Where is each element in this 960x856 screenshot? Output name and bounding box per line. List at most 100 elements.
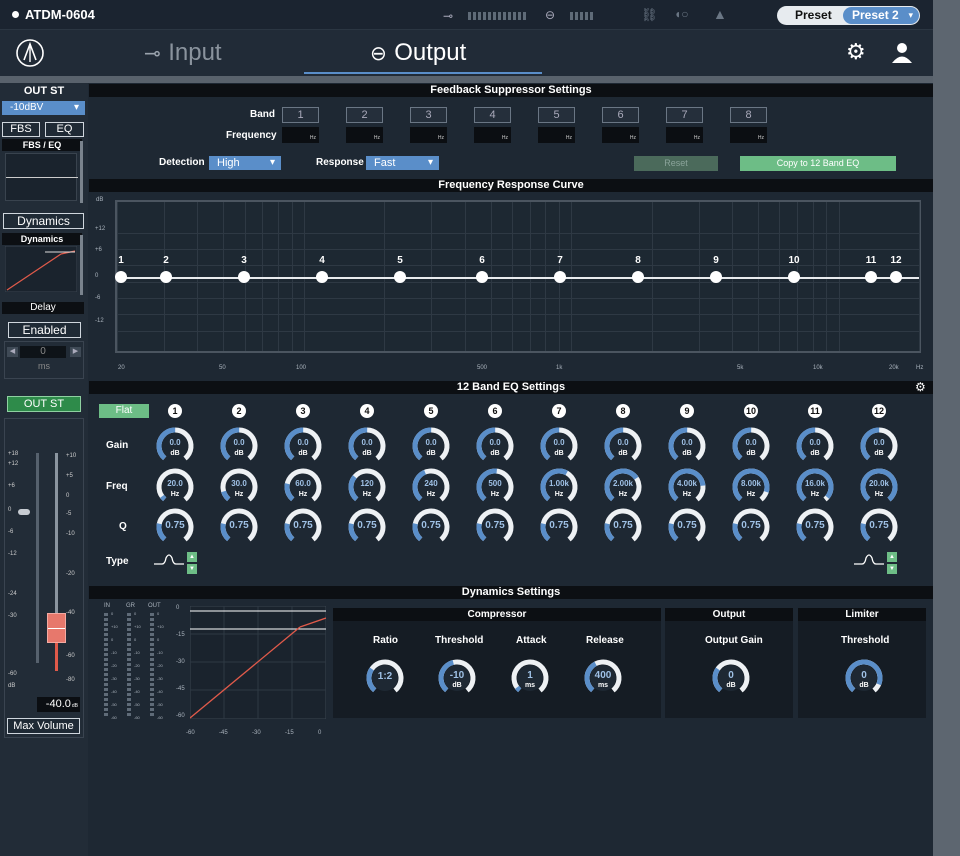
fbs-band-2-button[interactable]: 2	[346, 107, 383, 123]
fbs-band-6-button[interactable]: 6	[602, 107, 639, 123]
eq-gain-knob-5[interactable]: 0.0 dB	[411, 426, 451, 466]
eq-freq-knob-7[interactable]: 1.00k Hz	[539, 467, 579, 507]
fbs-frequency-label: Frequency	[226, 130, 277, 141]
eq-node-12[interactable]	[890, 271, 902, 283]
fbs-button[interactable]: FBS	[2, 122, 40, 137]
eq-freq-knob-1[interactable]: 20.0 Hz	[155, 467, 195, 507]
eq-gain-knob-8[interactable]: 0.0 dB	[603, 426, 643, 466]
eq-q-knob-11[interactable]: 0.75	[795, 507, 835, 547]
eq-q-knob-5[interactable]: 0.75	[411, 507, 451, 547]
eq-q-knob-1[interactable]: 0.75	[155, 507, 195, 547]
eq-gain-knob-1[interactable]: 0.0 dB	[155, 426, 195, 466]
dynamics-thumbnail[interactable]	[5, 246, 77, 292]
ratio-knob[interactable]: 1:2	[365, 658, 405, 698]
copy-to-eq-button[interactable]: Copy to 12 Band EQ	[740, 156, 896, 171]
fbs-band-3-button[interactable]: 3	[410, 107, 447, 123]
eq-gain-knob-11[interactable]: 0.0 dB	[795, 426, 835, 466]
eq-q-knob-3[interactable]: 0.75	[283, 507, 323, 547]
eq-flat-button[interactable]: Flat	[99, 404, 149, 418]
max-volume-button[interactable]: Max Volume	[7, 718, 80, 734]
eq-gain-knob-3[interactable]: 0.0 dB	[283, 426, 323, 466]
eq-freq-knob-11[interactable]: 16.0k Hz	[795, 467, 835, 507]
warning-icon[interactable]: ▲	[713, 6, 727, 22]
eq-gain-knob-2[interactable]: 0.0 dB	[219, 426, 259, 466]
eq-node-2[interactable]	[160, 271, 172, 283]
eq-freq-knob-3[interactable]: 60.0 Hz	[283, 467, 323, 507]
eq-freq-knob-2[interactable]: 30.0 Hz	[219, 467, 259, 507]
fbs-reset-button[interactable]: Reset	[634, 156, 718, 171]
level-select[interactable]: -10dBV	[2, 101, 85, 115]
eq-q-knob-4[interactable]: 0.75	[347, 507, 387, 547]
settings-gear-icon[interactable]: ⚙	[846, 39, 866, 65]
eq-node-10[interactable]	[788, 271, 800, 283]
high-type-down-button[interactable]: ▼	[887, 564, 897, 574]
fbs-band-7-button[interactable]: 7	[666, 107, 703, 123]
user-icon[interactable]	[891, 42, 913, 64]
detection-select[interactable]: High	[209, 156, 281, 170]
fader-handle[interactable]	[47, 613, 66, 643]
eq-q-knob-9[interactable]: 0.75	[667, 507, 707, 547]
release-knob[interactable]: 400 ms	[583, 658, 623, 698]
eq-gain-knob-4[interactable]: 0.0 dB	[347, 426, 387, 466]
eq-freq-knob-8[interactable]: 2.00k Hz	[603, 467, 643, 507]
eq-node-3[interactable]	[238, 271, 250, 283]
tab-input[interactable]: ⊸ Input	[144, 39, 222, 67]
eq-q-knob-2[interactable]: 0.75	[219, 507, 259, 547]
fbs-band-5-button[interactable]: 5	[538, 107, 575, 123]
delay-enabled-button[interactable]: Enabled	[8, 322, 81, 338]
low-type-up-button[interactable]: ▲	[187, 552, 197, 562]
scrollbar-track[interactable]	[933, 0, 960, 856]
dynamics-transfer-graph[interactable]	[190, 606, 326, 719]
eq-freq-knob-5[interactable]: 240 Hz	[411, 467, 451, 507]
eq-node-1[interactable]	[115, 271, 127, 283]
eq-freq-knob-8-unit: Hz	[618, 491, 628, 498]
eq-gain-knob-12[interactable]: 0.0 dB	[859, 426, 899, 466]
eq-gain-knob-9[interactable]: 0.0 dB	[667, 426, 707, 466]
low-shelf-filter-icon[interactable]	[153, 553, 185, 575]
response-select[interactable]: Fast	[366, 156, 439, 170]
fbs-band-1-button[interactable]: 1	[282, 107, 319, 123]
tab-output[interactable]: ⊖ Output	[370, 39, 466, 67]
fader-value[interactable]: -40.0dB	[37, 697, 80, 712]
link-icon[interactable]: ⛓	[641, 7, 658, 23]
preset-value[interactable]: Preset 2 ▾	[843, 7, 919, 24]
eq-node-4[interactable]	[316, 271, 328, 283]
eq-settings-gear-icon[interactable]: ⚙	[915, 380, 926, 394]
limiter-threshold-knob[interactable]: 0 dB	[844, 658, 884, 698]
eq-node-11[interactable]	[865, 271, 877, 283]
eq-node-5[interactable]	[394, 271, 406, 283]
mute-icon[interactable]: ◖○	[674, 7, 689, 21]
eq-gain-label: Gain	[106, 440, 129, 451]
eq-freq-knob-6[interactable]: 500 Hz	[475, 467, 515, 507]
high-type-up-button[interactable]: ▲	[887, 552, 897, 562]
eq-node-9[interactable]	[710, 271, 722, 283]
eq-button[interactable]: EQ	[45, 122, 84, 137]
attack-knob[interactable]: 1 ms	[510, 658, 550, 698]
output-gain-knob[interactable]: 0 dB	[711, 658, 751, 698]
preset-selector[interactable]: Preset Preset 2 ▾	[777, 6, 920, 25]
eq-freq-knob-10[interactable]: 8.00k Hz	[731, 467, 771, 507]
out-st-button[interactable]: OUT ST	[7, 396, 81, 412]
eq-gain-knob-10[interactable]: 0.0 dB	[731, 426, 771, 466]
eq-gain-knob-7[interactable]: 0.0 dB	[539, 426, 579, 466]
high-shelf-filter-icon[interactable]	[853, 553, 885, 575]
eq-freq-knob-12[interactable]: 20.0k Hz	[859, 467, 899, 507]
eq-q-knob-10[interactable]: 0.75	[731, 507, 771, 547]
eq-gain-knob-6[interactable]: 0.0 dB	[475, 426, 515, 466]
eq-node-6[interactable]	[476, 271, 488, 283]
eq-q-knob-12[interactable]: 0.75	[859, 507, 899, 547]
fbs-band-8-button[interactable]: 8	[730, 107, 767, 123]
eq-node-8[interactable]	[632, 271, 644, 283]
eq-node-7[interactable]	[554, 271, 566, 283]
fbs-band-4-button[interactable]: 4	[474, 107, 511, 123]
comp-threshold-knob[interactable]: -10 dB	[437, 658, 477, 698]
eq-q-knob-7[interactable]: 0.75	[539, 507, 579, 547]
eq-q-knob-6[interactable]: 0.75	[475, 507, 515, 547]
frequency-response-graph[interactable]	[115, 200, 921, 353]
fbs-eq-thumbnail[interactable]	[5, 153, 78, 201]
low-type-down-button[interactable]: ▼	[187, 564, 197, 574]
dynamics-button[interactable]: Dynamics	[3, 213, 84, 229]
eq-q-knob-8[interactable]: 0.75	[603, 507, 643, 547]
eq-freq-knob-9[interactable]: 4.00k Hz	[667, 467, 707, 507]
eq-freq-knob-4[interactable]: 120 Hz	[347, 467, 387, 507]
